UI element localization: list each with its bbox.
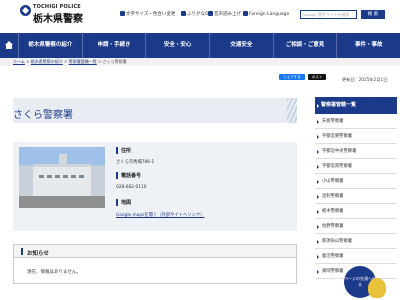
station-photo — [19, 147, 105, 208]
breadcrumb-about[interactable]: 栃木県警察の紹介 — [31, 59, 63, 64]
facebook-share-button[interactable]: シェアする — [279, 74, 305, 80]
notice-title: お知らせ — [27, 251, 49, 257]
mascot-icon — [368, 278, 386, 298]
logo-japanese[interactable]: 栃木県警察 — [33, 10, 83, 25]
breadcrumb-home[interactable]: ホーム — [13, 59, 25, 64]
sidebar-item-yaita[interactable]: 矢板警察署 — [315, 114, 397, 129]
address-value: さくら市馬場786-1 — [116, 160, 155, 165]
road — [19, 196, 105, 208]
sidebar-item-sano[interactable]: 佐野警察署 — [315, 219, 397, 234]
phone-label: 電話番号 — [116, 172, 141, 179]
nav-item-incidents[interactable]: 事件・事故 — [336, 33, 400, 58]
text-size-color-link[interactable]: 文字サイズ・色合い変更 — [120, 11, 175, 17]
nav-item-consultation[interactable]: ご相談・ご意見 — [272, 33, 337, 58]
notice-body: 現在、情報はありません。 — [27, 270, 81, 275]
sidebar-item-utsunomiya-central[interactable]: 宇都宮中央警察署 — [315, 144, 397, 159]
address-label: 住所 — [116, 147, 131, 154]
police-emblem-icon[interactable] — [20, 5, 31, 16]
sidebar-item-nasukarasuyama[interactable]: 那須烏山警察署 — [315, 234, 397, 249]
sidebar-item-tochigi[interactable]: 栃木警察署 — [315, 204, 397, 219]
sidebar-item-ashikaga[interactable]: 足利警察署 — [315, 189, 397, 204]
sidebar-title[interactable]: 警察署管轄一覧 — [315, 97, 397, 114]
page-title: さくら警察署 — [13, 110, 73, 121]
voice-read-link[interactable]: 音声読み上げ — [208, 11, 241, 17]
nav-item-about[interactable]: 栃木県警察の紹介 — [18, 33, 82, 58]
nav-item-applications[interactable]: 申請・手続き — [81, 33, 146, 58]
search-button[interactable]: 検 索 — [361, 10, 385, 19]
site-header: TOCHIGI POLICE 栃木県警察 文字サイズ・色合い変更 ふりがなON … — [0, 0, 400, 33]
breadcrumb-current: さくら警察署 — [102, 59, 127, 64]
map-label: 地図 — [116, 199, 131, 206]
global-nav: 栃木県警察の紹介 申請・手続き 安全・安心 交通安全 ご相談・ご意見 事件・事故 — [0, 33, 400, 58]
notice-bar — [21, 248, 23, 255]
sidebar-item-utsunomiya-east[interactable]: 宇都宮東警察署 — [315, 129, 397, 144]
sidebar-item-kanuma[interactable]: 鹿沼警察署 — [315, 249, 397, 264]
phone-value: 028-682-0110 — [116, 185, 147, 190]
foreign-language-link[interactable]: Foreign Language — [243, 11, 289, 17]
breadcrumb-stations[interactable]: 警察署管轄一覧 — [69, 59, 97, 64]
furigana-icon — [181, 11, 186, 16]
building — [33, 164, 91, 196]
speaker-icon — [208, 11, 213, 16]
updated-date: 更新日：2025年2月1日 — [342, 77, 388, 82]
home-icon[interactable] — [0, 33, 18, 58]
google-maps-link[interactable]: Google mapsを開く（外部サイトへリンク） — [116, 212, 204, 218]
breadcrumb: ホーム > 栃木県警察の紹介 > 警察署管轄一覧 > さくら警察署 — [0, 58, 400, 66]
notice-header — [13, 244, 297, 258]
nav-item-safety[interactable]: 安全・安心 — [145, 33, 209, 58]
sidebar-item-oyama[interactable]: 小山警察署 — [315, 174, 397, 189]
text-size-icon — [120, 11, 125, 16]
sidebar-item-utsunomiya-south[interactable]: 宇都宮南警察署 — [315, 159, 397, 174]
nav-item-traffic[interactable]: 交通安全 — [209, 33, 273, 58]
globe-icon — [243, 11, 248, 16]
x-post-button[interactable]: ポスト — [308, 74, 326, 80]
search-input[interactable]: Google 提供 サイト内検索 — [300, 10, 357, 19]
